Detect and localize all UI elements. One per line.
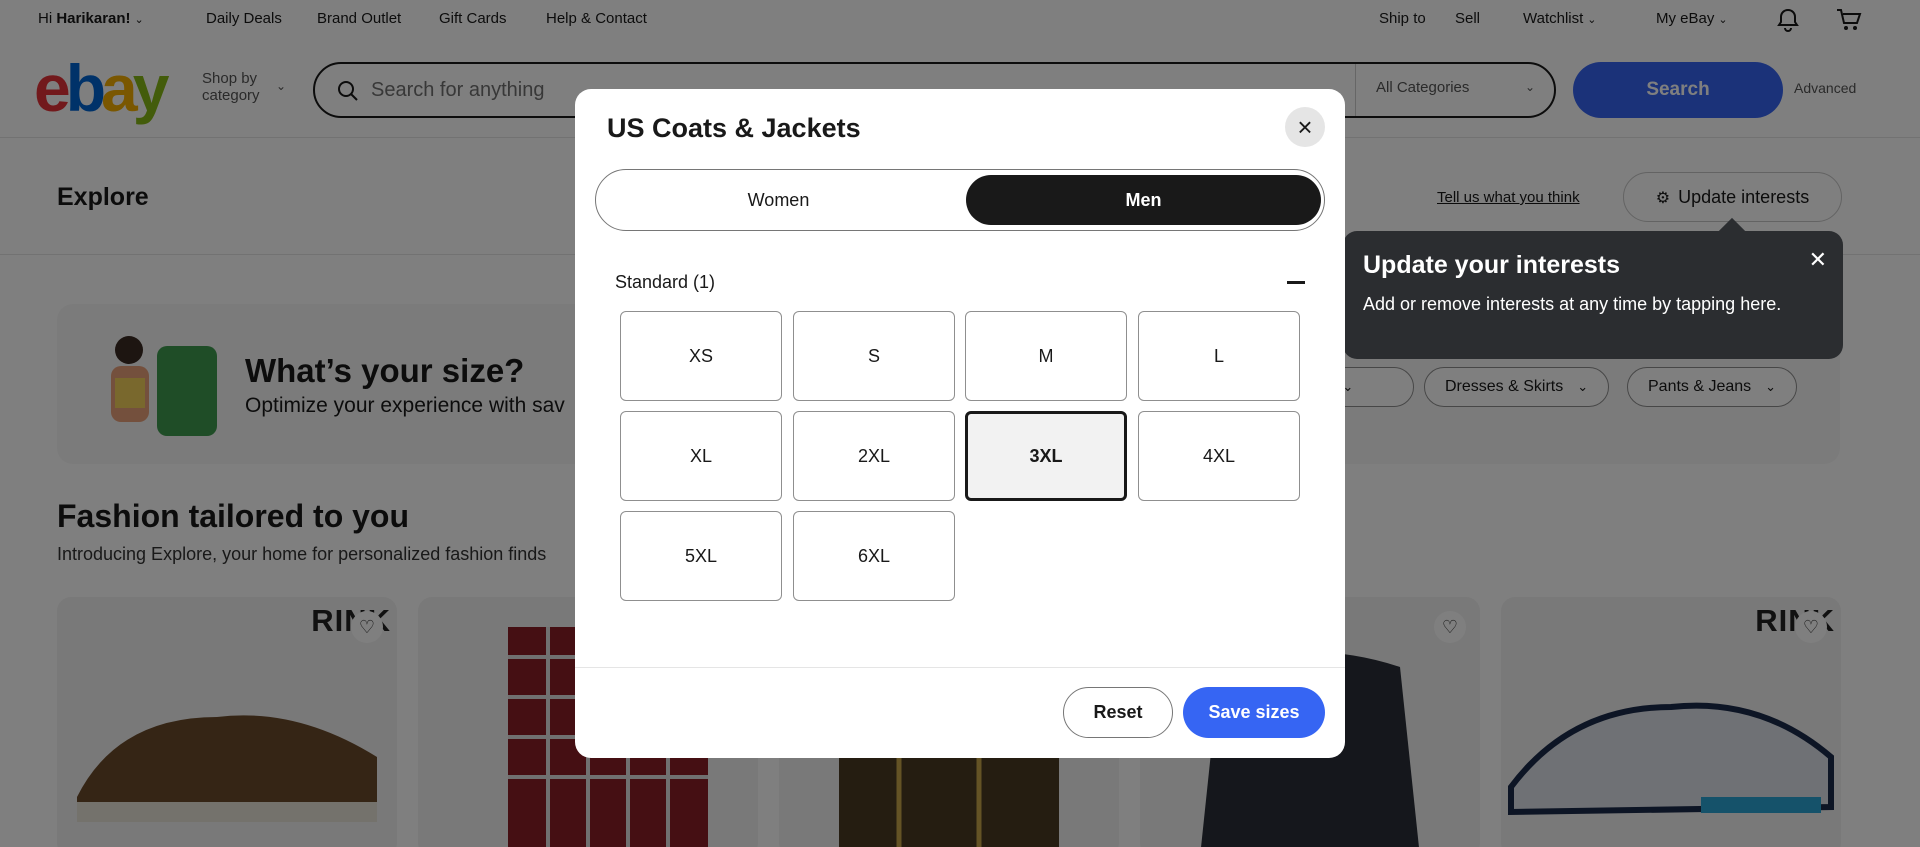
modal-divider (575, 667, 1345, 668)
modal-title: US Coats & Jackets (607, 113, 861, 143)
save-sizes-button[interactable]: Save sizes (1183, 687, 1325, 738)
update-interests-tooltip: Update your interests Add or remove inte… (1343, 231, 1843, 359)
tab-men[interactable]: Men (966, 175, 1321, 225)
size-option-3xl-selected[interactable]: 3XL (965, 411, 1127, 501)
size-option-2xl[interactable]: 2XL (793, 411, 955, 501)
size-option-l[interactable]: L (1138, 311, 1300, 401)
size-option-s[interactable]: S (793, 311, 955, 401)
tooltip-title: Update your interests (1363, 251, 1621, 279)
size-option-5xl[interactable]: 5XL (620, 511, 782, 601)
collapse-icon[interactable] (1287, 281, 1305, 284)
size-option-6xl[interactable]: 6XL (793, 511, 955, 601)
size-option-4xl[interactable]: 4XL (1138, 411, 1300, 501)
size-modal: US Coats & Jackets × Women Men Standard … (575, 89, 1345, 758)
tooltip-close-icon[interactable]: ✕ (1809, 247, 1827, 273)
reset-button[interactable]: Reset (1063, 687, 1173, 738)
close-icon[interactable]: × (1285, 107, 1325, 147)
tab-women[interactable]: Women (601, 175, 956, 225)
size-option-xs[interactable]: XS (620, 311, 782, 401)
size-option-xl[interactable]: XL (620, 411, 782, 501)
size-option-m[interactable]: M (965, 311, 1127, 401)
section-label: Standard (1) (615, 272, 716, 292)
gender-toggle: Women Men (595, 169, 1325, 231)
tooltip-body: Add or remove interests at any time by t… (1363, 294, 1782, 314)
